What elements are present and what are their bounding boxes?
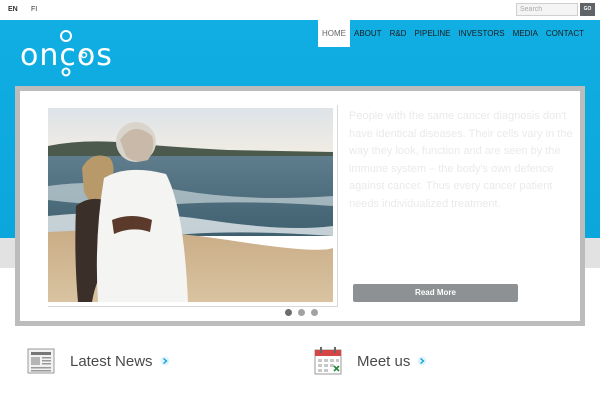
language-fi-link[interactable]: FI [31, 6, 37, 13]
search-go-button[interactable]: GO [580, 3, 595, 16]
logo-text: oncos [20, 38, 113, 73]
meet-us-section: Meet us [313, 344, 427, 378]
oncos-logo[interactable]: oncos [20, 24, 112, 80]
nav-item-contact[interactable]: CONTACT [542, 20, 588, 47]
read-more-button[interactable]: Read More [353, 284, 518, 302]
beach-couple-image [48, 108, 333, 302]
nav-item-investors[interactable]: INVESTORS [454, 20, 508, 47]
slide-photo [48, 108, 333, 302]
newspaper-icon [27, 348, 55, 374]
nav-item-rd[interactable]: R&D [386, 20, 411, 47]
language-en-link[interactable]: EN [8, 6, 18, 13]
slider-dot-1[interactable] [285, 309, 292, 316]
nav-item-home[interactable]: HOME [318, 20, 350, 47]
slider-dot-3[interactable] [311, 309, 318, 316]
top-bar: EN FI GO [0, 0, 600, 20]
latest-news-section: Latest News [26, 344, 170, 378]
search-input[interactable] [516, 3, 578, 16]
meet-us-title[interactable]: Meet us [357, 353, 410, 370]
slide-description: People with the same cancer diagnosis do… [349, 110, 573, 210]
nav-item-about[interactable]: ABOUT [350, 20, 386, 47]
main-nav: HOME ABOUT R&D PIPELINE INVESTORS MEDIA … [318, 20, 588, 47]
slider-dot-2[interactable] [298, 309, 305, 316]
arrow-right-icon[interactable] [160, 356, 170, 366]
latest-news-title[interactable]: Latest News [70, 353, 153, 370]
slider-pagination [285, 309, 318, 316]
arrow-right-icon[interactable] [417, 356, 427, 366]
nav-item-media[interactable]: MEDIA [509, 20, 542, 47]
calendar-icon [314, 347, 342, 375]
nav-item-pipeline[interactable]: PIPELINE [410, 20, 454, 47]
